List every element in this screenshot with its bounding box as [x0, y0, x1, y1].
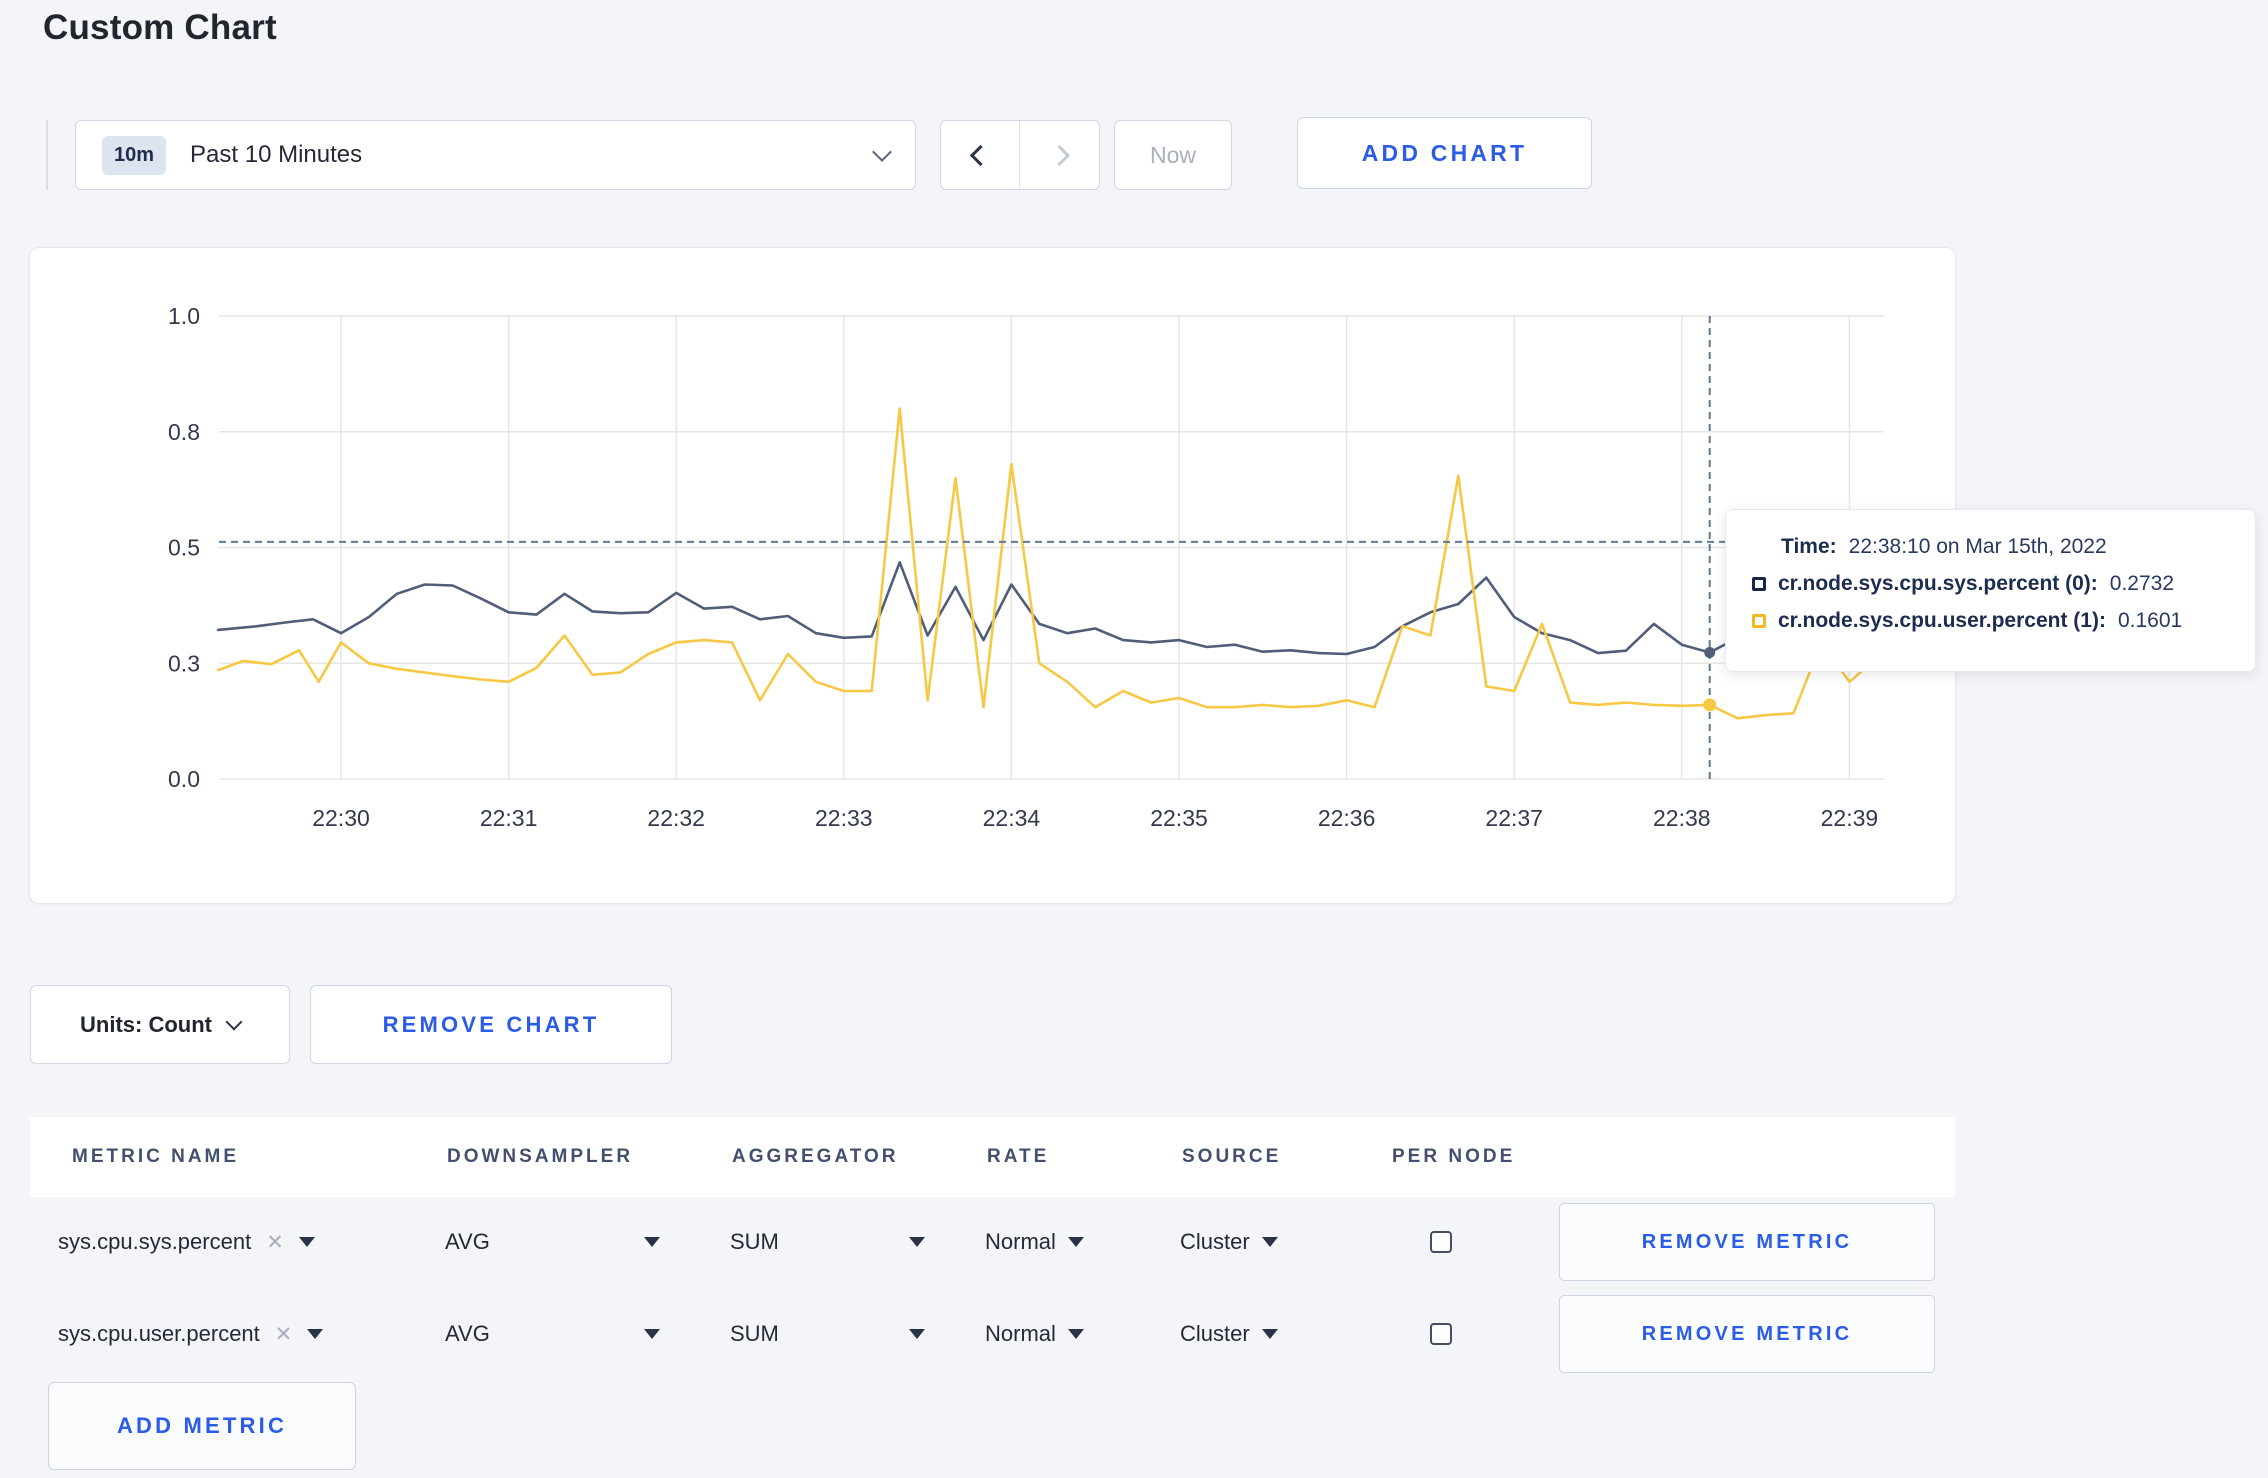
- svg-text:22:39: 22:39: [1821, 805, 1879, 831]
- rate-select-value: Normal: [985, 1229, 1056, 1254]
- column-header-rate: RATE: [987, 1146, 1050, 1167]
- chart-tooltip: Time: 22:38:10 on Mar 15th, 2022 cr.node…: [1725, 509, 2256, 672]
- caret-down-icon: [1261, 1237, 1278, 1247]
- downsampler-select-value: AVG: [445, 1321, 490, 1346]
- metric-row: sys.cpu.user.percent ✕ AVG SUM Normal Cluster…: [30, 1288, 1955, 1380]
- svg-text:0.0: 0.0: [168, 766, 200, 792]
- sys-series-swatch-icon: [1752, 577, 1766, 591]
- caret-down-icon: [1067, 1237, 1084, 1247]
- column-header-downsampler: DOWNSAMPLER: [447, 1146, 634, 1167]
- now-button[interactable]: Now: [1114, 120, 1232, 190]
- source-select-value: Cluster: [1180, 1321, 1250, 1346]
- per-node-checkbox[interactable]: [1430, 1323, 1452, 1345]
- svg-text:1.0: 1.0: [168, 303, 200, 329]
- column-header-metric-name: METRIC NAME: [72, 1146, 240, 1167]
- aggregator-select-value: SUM: [730, 1321, 779, 1346]
- tooltip-time-value: 22:38:10 on Mar 15th, 2022: [1848, 535, 2107, 558]
- prev-range-button[interactable]: [941, 121, 1020, 189]
- caret-down-icon: [298, 1237, 315, 1247]
- clear-metric-icon[interactable]: ✕: [275, 1322, 293, 1347]
- add-metric-button[interactable]: ADD METRIC: [48, 1382, 356, 1470]
- downsampler-select[interactable]: AVG: [445, 1321, 660, 1347]
- caret-down-icon: [1067, 1329, 1084, 1339]
- caret-down-icon: [644, 1237, 660, 1247]
- svg-text:22:36: 22:36: [1318, 805, 1376, 831]
- tooltip-series-row: cr.node.sys.cpu.sys.percent (0): 0.2732: [1752, 572, 2235, 596]
- column-header-aggregator: AGGREGATOR: [732, 1146, 899, 1167]
- time-range-dropdown[interactable]: 10m Past 10 Minutes: [75, 120, 916, 190]
- time-range-nav: [940, 120, 1100, 190]
- add-chart-button[interactable]: ADD CHART: [1297, 117, 1592, 189]
- svg-text:22:33: 22:33: [815, 805, 873, 831]
- metrics-table-header: METRIC NAME DOWNSAMPLER AGGREGATOR RATE SOUR…: [30, 1117, 1955, 1197]
- svg-text:22:30: 22:30: [312, 805, 370, 831]
- rate-select-value: Normal: [985, 1321, 1056, 1346]
- remove-metric-button[interactable]: REMOVE METRIC: [1559, 1295, 1935, 1373]
- remove-chart-button[interactable]: REMOVE CHART: [310, 985, 672, 1064]
- page-title: Custom Chart: [43, 8, 277, 47]
- time-range-label: Past 10 Minutes: [190, 141, 363, 168]
- svg-text:22:34: 22:34: [983, 805, 1041, 831]
- source-select[interactable]: Cluster: [1180, 1229, 1278, 1255]
- time-series-chart[interactable]: 0.0 0.3 0.5 0.8 1.0 22:30 22:31 22:32 22:33 22:34…: [30, 248, 1957, 905]
- tooltip-series-value: 0.2732: [2109, 572, 2175, 595]
- rate-select[interactable]: Normal: [985, 1321, 1084, 1347]
- toolbar-left-rule: [46, 120, 48, 190]
- svg-text:0.8: 0.8: [168, 419, 200, 445]
- tooltip-series-label: cr.node.sys.cpu.user.percent (1):: [1778, 609, 2106, 632]
- chevron-left-icon: [969, 144, 991, 166]
- chevron-down-icon: [872, 142, 892, 162]
- svg-text:22:35: 22:35: [1150, 805, 1208, 831]
- svg-text:22:32: 22:32: [647, 805, 705, 831]
- caret-down-icon: [307, 1329, 324, 1339]
- metric-name-select[interactable]: sys.cpu.user.percent ✕: [30, 1321, 445, 1347]
- metric-name-value: sys.cpu.sys.percent: [58, 1229, 252, 1254]
- tooltip-series-row: cr.node.sys.cpu.user.percent (1): 0.1601: [1752, 609, 2235, 633]
- time-range-badge: 10m: [102, 135, 167, 175]
- tooltip-time-row: Time: 22:38:10 on Mar 15th, 2022: [1781, 535, 2235, 559]
- column-header-source: SOURCE: [1182, 1146, 1282, 1167]
- caret-down-icon: [909, 1329, 925, 1339]
- svg-text:22:31: 22:31: [480, 805, 538, 831]
- svg-text:0.5: 0.5: [168, 535, 200, 561]
- svg-text:22:37: 22:37: [1485, 805, 1543, 831]
- remove-metric-button[interactable]: REMOVE METRIC: [1559, 1203, 1935, 1281]
- downsampler-select-value: AVG: [445, 1229, 490, 1254]
- units-dropdown[interactable]: Units: Count: [30, 985, 290, 1064]
- tooltip-time-label: Time:: [1781, 535, 1837, 558]
- metrics-table-rows: sys.cpu.sys.percent ✕ AVG SUM Normal Cluster R…: [30, 1196, 1955, 1380]
- source-select[interactable]: Cluster: [1180, 1321, 1278, 1347]
- chevron-right-icon: [1048, 144, 1071, 166]
- metric-name-select[interactable]: sys.cpu.sys.percent ✕: [30, 1229, 445, 1255]
- next-range-button[interactable]: [1020, 121, 1099, 189]
- aggregator-select[interactable]: SUM: [730, 1321, 925, 1347]
- source-select-value: Cluster: [1180, 1229, 1250, 1254]
- user-series-swatch-icon: [1752, 614, 1766, 628]
- per-node-checkbox[interactable]: [1430, 1231, 1452, 1253]
- tooltip-series-label: cr.node.sys.cpu.sys.percent (0):: [1778, 572, 2098, 595]
- svg-text:0.3: 0.3: [168, 650, 200, 676]
- downsampler-select[interactable]: AVG: [445, 1229, 660, 1255]
- aggregator-select-value: SUM: [730, 1229, 779, 1254]
- aggregator-select[interactable]: SUM: [730, 1229, 925, 1255]
- rate-select[interactable]: Normal: [985, 1229, 1084, 1255]
- tooltip-series-value: 0.1601: [2117, 609, 2183, 632]
- svg-text:22:38: 22:38: [1653, 805, 1711, 831]
- units-label: Units: Count: [80, 1011, 212, 1037]
- clear-metric-icon[interactable]: ✕: [266, 1230, 284, 1255]
- caret-down-icon: [644, 1329, 660, 1339]
- metric-row: sys.cpu.sys.percent ✕ AVG SUM Normal Cluster R…: [30, 1196, 1955, 1288]
- chart-card: 0.0 0.3 0.5 0.8 1.0 22:30 22:31 22:32 22:33 22:34…: [29, 247, 1956, 904]
- metric-name-value: sys.cpu.user.percent: [58, 1321, 260, 1346]
- column-header-per-node: PER NODE: [1392, 1146, 1516, 1167]
- caret-down-icon: [1261, 1329, 1278, 1339]
- chevron-down-icon: [225, 1013, 243, 1030]
- caret-down-icon: [909, 1237, 925, 1247]
